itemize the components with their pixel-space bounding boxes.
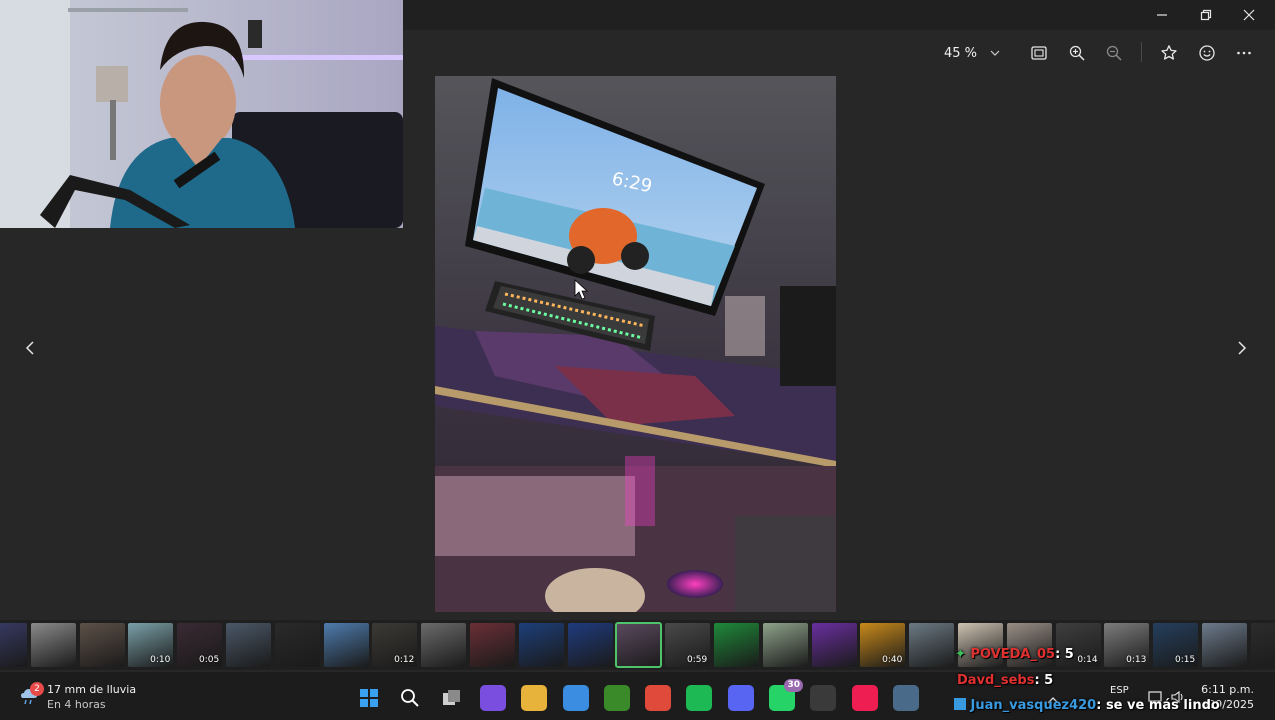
- filmstrip-thumbnail[interactable]: [421, 623, 467, 667]
- filmstrip-thumbnail[interactable]: [79, 623, 125, 667]
- filmstrip-thumbnail[interactable]: 0:59: [665, 623, 711, 667]
- filmstrip-thumbnail[interactable]: 0:15: [1153, 623, 1199, 667]
- video-duration: 0:40: [882, 655, 903, 665]
- chevron-down-icon: [990, 50, 1000, 56]
- filmstrip-thumbnail[interactable]: 0:13: [1104, 623, 1150, 667]
- weather-line-2: En 4 horas: [47, 698, 106, 711]
- video-duration: 0:59: [686, 655, 708, 665]
- chevron-left-icon: [25, 341, 34, 355]
- filmstrip-thumbnail[interactable]: 0:05: [177, 623, 223, 667]
- chat-text-1: : 5: [1055, 647, 1074, 662]
- video-duration: 0:15: [1174, 655, 1196, 665]
- chat-text-3: : se ve más lindo: [1096, 698, 1220, 713]
- fit-screen-icon: [1031, 46, 1047, 60]
- more-options-button[interactable]: [1231, 40, 1257, 66]
- minimize-button[interactable]: [1142, 0, 1182, 30]
- chat-user-1: POVEDA_05: [970, 647, 1056, 662]
- file-explorer-icon[interactable]: [521, 685, 548, 711]
- chat-message-3: Juan_vasquez420: se ve más lindo: [954, 698, 1220, 713]
- chat-user-2: Davd_sebs: [957, 673, 1035, 688]
- spotify-icon[interactable]: [686, 685, 713, 711]
- filmstrip-thumbnail[interactable]: 0:10: [128, 623, 174, 667]
- calculator-icon[interactable]: [892, 685, 919, 711]
- filmstrip-thumbnail[interactable]: [274, 623, 320, 667]
- minecraft-icon[interactable]: [603, 685, 630, 711]
- filmstrip-thumbnail[interactable]: [811, 623, 857, 667]
- filmstrip-thumbnail[interactable]: [323, 623, 369, 667]
- webcam-overlay: [0, 0, 403, 228]
- zoom-level: 45 %: [944, 45, 978, 61]
- previous-photo-button[interactable]: [18, 336, 42, 360]
- video-duration: 0:12: [394, 655, 415, 665]
- toolbar-divider: [1141, 42, 1142, 62]
- close-button[interactable]: [1229, 0, 1269, 30]
- filmstrip-thumbnail[interactable]: [226, 623, 271, 667]
- filmstrip-thumbnail[interactable]: 0:1: [1250, 623, 1275, 667]
- video-duration: 0:14: [1077, 655, 1098, 665]
- restore-icon: [1200, 9, 1212, 21]
- clock-time: 6:11 p.m.: [1201, 683, 1254, 696]
- zoom-dropdown[interactable]: 45 %: [944, 38, 1001, 68]
- whatsapp-icon[interactable]: 30: [769, 679, 803, 711]
- filmstrip-thumbnail[interactable]: 0:12: [372, 623, 418, 667]
- filmstrip-thumbnail[interactable]: [518, 623, 564, 667]
- zoom-in-button[interactable]: [1064, 40, 1090, 66]
- restore-button[interactable]: [1186, 0, 1226, 30]
- zoom-out-button[interactable]: [1101, 40, 1127, 66]
- video-duration: 0:05: [198, 655, 220, 665]
- weather-line-1: 17 mm de lluvia: [47, 683, 137, 696]
- filmstrip-thumbnail[interactable]: 0:40: [860, 623, 906, 667]
- tiktok-icon[interactable]: [851, 685, 878, 711]
- filmstrip-thumbnail[interactable]: [567, 623, 613, 667]
- next-photo-button[interactable]: [1230, 336, 1254, 360]
- smiley-icon: [1199, 45, 1215, 61]
- chat-user-3: Juan_vasquez420: [970, 698, 1097, 713]
- feedback-button[interactable]: [1194, 40, 1220, 66]
- desk-setup-photo: 6:29: [435, 76, 836, 612]
- search-icon[interactable]: [397, 685, 423, 711]
- filmstrip-thumbnail[interactable]: [714, 623, 759, 667]
- video-duration: 0:13: [1126, 655, 1147, 665]
- language-indicator[interactable]: ESP: [1110, 685, 1129, 696]
- minimize-icon: [1157, 14, 1167, 16]
- zoom-out-icon: [1106, 45, 1122, 61]
- verified-badge-icon: [954, 698, 966, 710]
- filmstrip-thumbnail[interactable]: [615, 622, 663, 668]
- main-photo: 6:29: [435, 76, 836, 612]
- filmstrip: 0:10 0:05 0:12 0:59 0:40 0:14 0:13 0:15 0:1: [0, 620, 1275, 670]
- obs-icon[interactable]: [810, 685, 837, 711]
- chat-message-2: Davd_sebs: 5: [957, 673, 1053, 688]
- filmstrip-thumbnail[interactable]: [0, 623, 27, 667]
- store-icon[interactable]: [562, 685, 589, 711]
- weather-badge: 2: [30, 682, 44, 696]
- task-view-icon[interactable]: [439, 685, 465, 711]
- chrome-icon[interactable]: [645, 685, 672, 711]
- fit-screen-button[interactable]: [1026, 40, 1052, 66]
- filmstrip-thumbnail[interactable]: [1202, 623, 1247, 667]
- chat-message-1: ✦ POVEDA_05: 5: [955, 647, 1074, 662]
- filmstrip-thumbnail[interactable]: [470, 623, 515, 667]
- star-icon: [1161, 45, 1177, 60]
- filmstrip-thumbnail[interactable]: [30, 623, 76, 667]
- copilot-icon[interactable]: [479, 685, 506, 711]
- filmstrip-thumbnail[interactable]: [762, 623, 808, 667]
- more-icon: [1237, 51, 1251, 55]
- zoom-in-icon: [1069, 45, 1085, 61]
- video-duration: 0:10: [150, 655, 171, 665]
- filmstrip-thumbnail[interactable]: [909, 623, 955, 667]
- notification-badge: 30: [784, 679, 803, 692]
- close-icon: [1243, 9, 1255, 21]
- favorite-button[interactable]: [1156, 40, 1182, 66]
- discord-icon[interactable]: [727, 685, 754, 711]
- webcam-feed-image: [0, 0, 403, 228]
- start-icon[interactable]: [356, 685, 382, 711]
- chat-text-2: : 5: [1034, 673, 1054, 688]
- chevron-right-icon: [1238, 341, 1247, 355]
